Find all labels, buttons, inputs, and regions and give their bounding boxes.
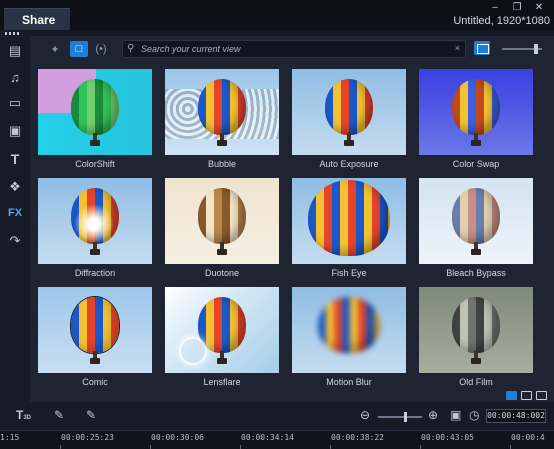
- top-bar: Share – ❐ ✕ Untitled, 1920*1080: [0, 0, 554, 30]
- slider-knob[interactable]: [534, 44, 538, 54]
- minimize-icon[interactable]: –: [490, 2, 500, 13]
- graphic-icon[interactable]: ❖: [4, 176, 26, 198]
- effect-item-diffraction[interactable]: Diffraction: [38, 178, 152, 282]
- effect-thumbnail: [38, 287, 152, 373]
- search-box[interactable]: ⚲ Search your current view ×: [122, 40, 466, 58]
- effect-item-duotone[interactable]: Duotone: [165, 178, 279, 282]
- thumbnail-size-slider[interactable]: [502, 44, 542, 54]
- tab-share[interactable]: Share: [4, 8, 70, 30]
- effect-thumbnail: [419, 287, 533, 373]
- effect-item-fish-eye[interactable]: Fish Eye: [292, 178, 406, 282]
- effect-thumbnail: [292, 69, 406, 155]
- library-panel: ✦ □ (•) ⚲ Search your current view × Col…: [30, 36, 554, 402]
- effect-thumbnail: [165, 287, 279, 373]
- panel-footer: [30, 390, 554, 402]
- library-toolbar: ✦ □ (•) ⚲ Search your current view ×: [30, 36, 554, 62]
- ruler-label: 1:15: [0, 433, 20, 442]
- effect-thumbnail: [165, 178, 279, 264]
- effect-label: Old Film: [459, 377, 493, 387]
- effect-item-color-swap[interactable]: Color Swap: [419, 69, 533, 173]
- effect-label: Duotone: [204, 268, 240, 278]
- search-input[interactable]: Search your current view: [141, 44, 241, 54]
- effect-label: Bubble: [207, 159, 237, 169]
- effect-label: Fish Eye: [331, 268, 367, 278]
- effect-item-bubble[interactable]: Bubble: [165, 69, 279, 173]
- timeline-ruler[interactable]: 1:15 00:00:25:23 00:00:30:06 00:00:34:14…: [0, 430, 554, 449]
- edit-icon[interactable]: ✎: [86, 408, 96, 422]
- effect-thumbnail: [165, 69, 279, 155]
- edit-icon[interactable]: ✎: [54, 408, 64, 422]
- effect-label: Color Swap: [452, 159, 500, 169]
- zoom-out-icon[interactable]: ⊖: [360, 408, 370, 422]
- effect-item-auto-exposure[interactable]: Auto Exposure: [292, 69, 406, 173]
- effect-item-lensflare[interactable]: Lensflare: [165, 287, 279, 391]
- list-view-icon[interactable]: [506, 391, 517, 400]
- drag-handle[interactable]: [5, 32, 21, 35]
- timecode-display[interactable]: 00:00:48:002: [486, 409, 546, 423]
- effect-thumbnail: [419, 69, 533, 155]
- audio-filter-icon[interactable]: (•): [92, 41, 110, 57]
- media-icon[interactable]: ▤: [4, 40, 26, 62]
- effect-item-old-film[interactable]: Old Film: [419, 287, 533, 391]
- fit-icon[interactable]: ▣: [450, 408, 461, 422]
- effect-thumbnail: [419, 178, 533, 264]
- ruler-label: 00:00:38:22: [331, 433, 384, 442]
- view-mode-button[interactable]: [474, 41, 490, 55]
- restore-icon[interactable]: ❐: [512, 2, 522, 13]
- ruler-label: 00:00:43:05: [421, 433, 474, 442]
- video-filter-icon[interactable]: □: [70, 41, 88, 57]
- clock-icon: ◷: [469, 408, 480, 422]
- path-icon[interactable]: ↷: [4, 230, 26, 252]
- title-icon[interactable]: ▣: [4, 120, 26, 142]
- project-info: Untitled, 1920*1080: [453, 15, 550, 27]
- effect-label: Motion Blur: [326, 377, 372, 387]
- instant-project-icon[interactable]: ♫: [4, 66, 26, 88]
- effect-label: Diffraction: [74, 268, 116, 278]
- ruler-label: 00:00:30:06: [151, 433, 204, 442]
- window-controls: – ❐ ✕: [490, 2, 544, 13]
- text-icon[interactable]: T: [4, 148, 26, 170]
- zoom-slider[interactable]: [378, 412, 422, 422]
- clear-icon[interactable]: ×: [455, 43, 460, 53]
- effect-item-bleach-bypass[interactable]: Bleach Bypass: [419, 178, 533, 282]
- effect-label: Lensflare: [203, 377, 241, 387]
- effect-thumbnail: [38, 69, 152, 155]
- ruler-label: 00:00:25:23: [61, 433, 114, 442]
- close-icon[interactable]: ✕: [534, 2, 544, 13]
- effect-thumbnail: [292, 287, 406, 373]
- ruler-label: 00:00:4: [511, 433, 545, 442]
- timeline-toolbar: T3D ✎ ✎ ⊖ ⊕ ▣ ◷ 00:00:48:002: [0, 402, 554, 430]
- left-nav: ▤ ♫ ▭ ▣ T ❖ FX ↷: [0, 30, 30, 402]
- effect-thumbnail: [38, 178, 152, 264]
- options-icon[interactable]: [536, 391, 547, 400]
- effect-item-comic[interactable]: Comic: [38, 287, 152, 391]
- effect-label: ColorShift: [75, 159, 115, 169]
- filter-icon[interactable]: FX: [4, 202, 26, 224]
- add-favorite-icon[interactable]: ✦: [46, 41, 64, 57]
- zoom-slider-knob[interactable]: [404, 412, 407, 422]
- ruler-label: 00:00:34:14: [241, 433, 294, 442]
- search-icon: ⚲: [127, 43, 135, 54]
- thumbnail-view-icon[interactable]: [521, 391, 532, 400]
- transition-icon[interactable]: ▭: [4, 92, 26, 114]
- effect-thumbnail: [292, 178, 406, 264]
- effect-label: Bleach Bypass: [446, 268, 506, 278]
- effect-item-motion-blur[interactable]: Motion Blur: [292, 287, 406, 391]
- zoom-in-icon[interactable]: ⊕: [428, 408, 438, 422]
- effect-item-colorshift[interactable]: ColorShift: [38, 69, 152, 173]
- effect-label: Auto Exposure: [319, 159, 379, 169]
- 3d-title-icon[interactable]: T3D: [16, 408, 31, 422]
- effect-label: Comic: [82, 377, 108, 387]
